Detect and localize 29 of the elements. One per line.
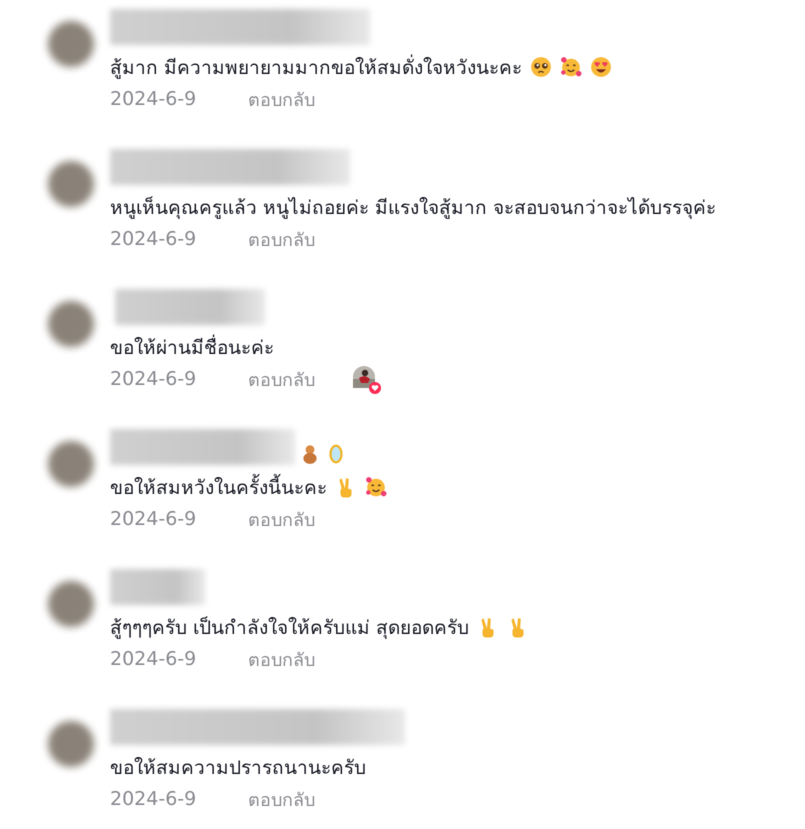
smiling-face-hearts-icon (560, 56, 582, 78)
comment-date: 2024-6-9 (110, 788, 198, 810)
reply-link[interactable]: ตอบกลับ (248, 224, 315, 254)
smiling-face-hearts-icon (365, 476, 387, 498)
heart-eyes-face-icon (590, 56, 612, 78)
reply-link[interactable]: ตอบกลับ (248, 784, 315, 814)
reply-link[interactable]: ตอบกลับ (248, 504, 315, 534)
blurred-avatar[interactable] (48, 161, 94, 207)
comment-date: 2024-6-9 (110, 228, 198, 250)
comment-text: หนูเห็นคุณครูแล้ว หนูไม่ถอยค่ะ มีแรงใจสู้มาก จะสอบจนกว่าจะได้บรรจุค่ะ (110, 195, 716, 221)
comment-date: 2024-6-9 (110, 88, 198, 110)
comment-text: สู้ๆๆๆครับ เป็นกำลังใจให้ครับแม่ สุดยอดครับ (110, 615, 470, 641)
comment-text: ขอให้ผ่านมีชื่อนะค่ะ (110, 332, 274, 362)
comment-date: 2024-6-9 (110, 368, 198, 390)
blurred-avatar[interactable] (48, 301, 94, 347)
comment-date: 2024-6-9 (110, 508, 198, 530)
blurred-avatar[interactable] (48, 581, 94, 627)
blurred-avatar[interactable] (48, 721, 94, 767)
heart-badge-icon (369, 382, 381, 394)
comment-date: 2024-6-9 (110, 648, 198, 670)
blurred-avatar[interactable] (48, 21, 94, 67)
reply-link[interactable]: ตอบกลับ (248, 84, 315, 114)
blurred-avatar[interactable] (48, 441, 94, 487)
comment-text: สู้มาก มีความพยายามมากขอให้สมดั่งใจหวังนะคะ (110, 52, 522, 82)
reply-link[interactable]: ตอบกลับ (248, 644, 315, 674)
pleading-face-icon (530, 56, 552, 78)
reply-link[interactable]: ตอบกลับ (248, 364, 315, 394)
comment-text: ขอให้สมความปรารถนานะครับ (110, 756, 366, 781)
comment-text: ขอให้สมหวังในครั้งนี้นะคะ (110, 472, 327, 502)
